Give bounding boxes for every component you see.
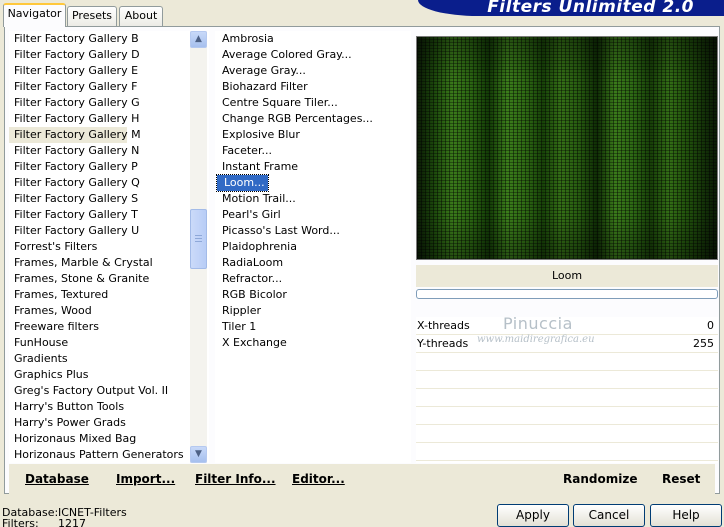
import-button[interactable]: Import... bbox=[116, 472, 175, 486]
category-item[interactable]: Frames, Wood bbox=[9, 303, 186, 319]
tab-presets[interactable]: Presets bbox=[67, 6, 117, 26]
filter-item[interactable]: Picasso's Last Word... bbox=[215, 223, 411, 239]
category-item[interactable]: Frames, Stone & Granite bbox=[9, 271, 186, 287]
arrow-up-icon[interactable]: ▲ bbox=[190, 31, 207, 48]
parameter-value[interactable]: 255 bbox=[693, 335, 714, 353]
parameter-row-empty bbox=[416, 353, 718, 371]
category-scrollbar[interactable]: ▲ ▼ bbox=[190, 31, 207, 463]
grip-line bbox=[195, 241, 202, 242]
filter-item[interactable]: Plaidophrenia bbox=[215, 239, 411, 255]
category-item[interactable]: Filter Factory Gallery H bbox=[9, 111, 186, 127]
category-item[interactable]: Graphics Plus bbox=[9, 367, 186, 383]
database-info: Database:ICNET-Filters Filters: 1217 bbox=[2, 507, 127, 527]
filter-item[interactable]: Average Colored Gray... bbox=[215, 47, 411, 63]
parameter-label: X-threads bbox=[417, 319, 470, 332]
category-item[interactable]: Frames, Textured bbox=[9, 287, 186, 303]
editor-button[interactable]: Editor... bbox=[292, 472, 345, 486]
category-item[interactable]: Filter Factory Gallery U bbox=[9, 223, 186, 239]
brand-banner: Filters Unlimited 2.0 bbox=[418, 0, 724, 16]
navigator-panel: Filter Factory Gallery B Filter Factory G… bbox=[4, 26, 720, 494]
category-item[interactable]: Filter Factory Gallery E bbox=[9, 63, 186, 79]
tab-navigator[interactable]: Navigator bbox=[3, 3, 66, 27]
filter-item[interactable]: RadiaLoom bbox=[215, 255, 411, 271]
category-item[interactable]: Filter Factory Gallery P bbox=[9, 159, 186, 175]
category-item[interactable]: Frames, Marble & Crystal bbox=[9, 255, 186, 271]
category-item[interactable]: Forrest's Filters bbox=[9, 239, 186, 255]
arrow-down-icon[interactable]: ▼ bbox=[190, 446, 207, 463]
watermark-text: Pinuccia bbox=[503, 314, 573, 333]
parameter-row-empty bbox=[416, 425, 718, 443]
randomize-button[interactable]: Randomize bbox=[563, 472, 637, 486]
category-item[interactable]: Horizonaus Pattern Generators bbox=[9, 447, 186, 463]
parameter-value[interactable]: 0 bbox=[707, 317, 714, 335]
help-button[interactable]: Help bbox=[650, 504, 722, 527]
category-item[interactable]: Horizonaus Mixed Bag bbox=[9, 431, 186, 447]
category-item[interactable]: Filter Factory Gallery B bbox=[9, 31, 186, 47]
parameter-row-empty bbox=[416, 371, 718, 389]
category-item[interactable]: FunHouse bbox=[9, 335, 186, 351]
current-filter-name: Loom bbox=[416, 265, 718, 287]
filters-count-row: Filters: 1217 bbox=[2, 518, 127, 527]
category-item[interactable]: Harry's Power Grads bbox=[9, 415, 186, 431]
category-item[interactable]: Filter Factory Gallery N bbox=[9, 143, 186, 159]
parameter-row-empty bbox=[416, 407, 718, 425]
filter-item[interactable]: Explosive Blur bbox=[215, 127, 411, 143]
category-item[interactable]: Filter Factory Gallery Q bbox=[9, 175, 186, 191]
filter-item[interactable]: Tiler 1 bbox=[215, 319, 411, 335]
tab-about[interactable]: About bbox=[119, 6, 163, 26]
filter-item[interactable]: Ambrosia bbox=[215, 31, 411, 47]
filter-item[interactable]: Biohazard Filter bbox=[215, 79, 411, 95]
category-item[interactable]: Gradients bbox=[9, 351, 186, 367]
filter-item[interactable]: Average Gray... bbox=[215, 63, 411, 79]
database-button[interactable]: Database bbox=[25, 472, 89, 486]
filter-preview-image bbox=[416, 36, 718, 260]
brand-title: Filters Unlimited 2.0 bbox=[487, 0, 694, 16]
scrollbar-thumb[interactable] bbox=[190, 209, 207, 269]
filters-label: Filters: bbox=[2, 517, 39, 527]
category-item[interactable]: Filter Factory Gallery M bbox=[9, 127, 141, 143]
filter-list[interactable]: Ambrosia Average Colored Gray... Average G… bbox=[215, 31, 411, 463]
filter-item[interactable]: Instant Frame bbox=[215, 159, 411, 175]
filter-item-selected[interactable]: Loom... bbox=[216, 174, 269, 192]
category-item[interactable]: Filter Factory Gallery D bbox=[9, 47, 186, 63]
filter-item[interactable]: Faceter... bbox=[215, 143, 411, 159]
category-item[interactable]: Greg's Factory Output Vol. II bbox=[9, 383, 186, 399]
parameter-label: Y-threads bbox=[417, 337, 469, 350]
parameter-row-empty bbox=[416, 389, 718, 407]
progress-bar bbox=[416, 289, 718, 299]
filter-item[interactable]: Change RGB Percentages... bbox=[215, 111, 411, 127]
category-item[interactable]: Filter Factory Gallery F bbox=[9, 79, 186, 95]
category-item[interactable]: Filter Factory Gallery T bbox=[9, 207, 186, 223]
grip-line bbox=[195, 235, 202, 236]
filter-item[interactable]: Pearl's Girl bbox=[215, 207, 411, 223]
category-item[interactable]: Freeware filters bbox=[9, 319, 186, 335]
filters-count: 1217 bbox=[58, 517, 86, 527]
filter-item[interactable]: Motion Trail... bbox=[215, 191, 411, 207]
category-item[interactable]: Filter Factory Gallery S bbox=[9, 191, 186, 207]
filter-item[interactable]: Refractor... bbox=[215, 271, 411, 287]
grip-line bbox=[195, 238, 202, 239]
category-list[interactable]: Filter Factory Gallery B Filter Factory G… bbox=[9, 31, 209, 463]
filter-item[interactable]: X Exchange bbox=[215, 335, 411, 351]
parameter-row-empty bbox=[416, 443, 718, 461]
reset-button[interactable]: Reset bbox=[662, 472, 700, 486]
category-items: Filter Factory Gallery B Filter Factory G… bbox=[9, 31, 209, 463]
filter-items: Ambrosia Average Colored Gray... Average G… bbox=[215, 31, 411, 351]
filter-item[interactable]: RGB Bicolor bbox=[215, 287, 411, 303]
category-item[interactable]: Harry's Button Tools bbox=[9, 399, 186, 415]
tab-strip: Navigator Presets About bbox=[0, 0, 420, 27]
action-bar: Database Import... Filter Info... Editor… bbox=[9, 464, 715, 494]
category-item[interactable]: Filter Factory Gallery G bbox=[9, 95, 186, 111]
filter-item[interactable]: Centre Square Tiler... bbox=[215, 95, 411, 111]
apply-button[interactable]: Apply bbox=[497, 504, 569, 527]
cancel-button[interactable]: Cancel bbox=[573, 504, 645, 527]
filter-info-button[interactable]: Filter Info... bbox=[195, 472, 276, 486]
filter-item[interactable]: Loom... bbox=[215, 174, 411, 192]
filter-item[interactable]: Rippler bbox=[215, 303, 411, 319]
watermark-url: www.maidiregrafica.eu bbox=[477, 334, 595, 345]
